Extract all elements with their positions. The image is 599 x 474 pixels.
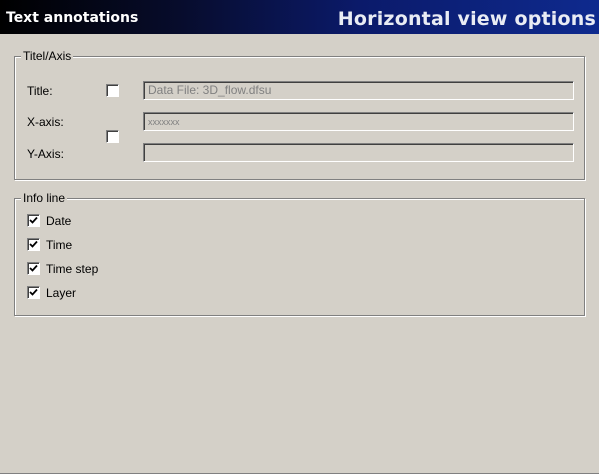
layer-label: Layer — [46, 286, 77, 300]
time-step-label: Time step — [46, 262, 99, 276]
panel-subtitle: Horizontal view options — [337, 8, 596, 30]
axis-checkbox[interactable] — [106, 130, 119, 143]
info-line-legend: Info line — [21, 191, 68, 205]
time-checkbox[interactable] — [27, 238, 40, 251]
xaxis-label: X-axis: — [27, 115, 64, 129]
check-icon — [29, 240, 38, 248]
panel-title: Text annotations — [6, 10, 139, 26]
xaxis-field[interactable]: xxxxxxx — [143, 112, 574, 131]
check-icon — [29, 216, 38, 224]
title-field[interactable]: Data File: 3D_flow.dfsu — [143, 81, 574, 100]
time-step-checkbox[interactable] — [27, 262, 40, 275]
check-icon — [29, 264, 38, 272]
time-label: Time — [46, 238, 73, 252]
info-line-group: Info line Date Time Time step Layer — [14, 191, 585, 316]
title-axis-legend: Titel/Axis — [21, 49, 74, 63]
date-checkbox[interactable] — [27, 214, 40, 227]
title-label: Title: — [27, 84, 53, 98]
title-axis-group: Titel/Axis Title: Data File: 3D_flow.dfs… — [14, 49, 585, 180]
yaxis-label: Y-Axis: — [27, 147, 64, 161]
check-icon — [29, 288, 38, 296]
date-label: Date — [46, 214, 72, 228]
title-checkbox[interactable] — [106, 84, 119, 97]
panel-header: Text annotations Horizontal view options — [0, 0, 599, 34]
yaxis-field[interactable] — [143, 143, 574, 162]
layer-checkbox[interactable] — [27, 286, 40, 299]
